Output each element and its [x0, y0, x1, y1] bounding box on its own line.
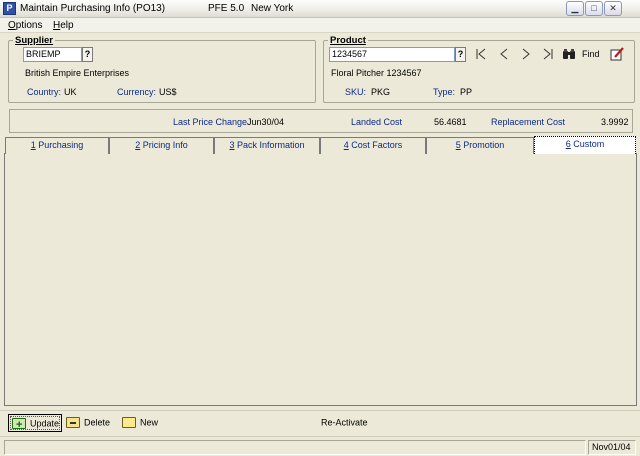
type-value: PP: [460, 87, 473, 97]
supplier-name: British Empire Enterprises: [25, 68, 130, 78]
minimize-icon: ▁: [571, 3, 579, 13]
delete-button[interactable]: Delete: [63, 414, 112, 432]
menu-bar: Options Help: [0, 18, 640, 33]
action-toolbar: + Update Delete New Re-Activate: [0, 410, 640, 434]
previous-record-icon: [500, 48, 508, 60]
currency-value: US$: [159, 87, 177, 97]
window-title: Maintain Purchasing Info (PO13): [20, 3, 166, 14]
tab-cost-factors[interactable]: 4 Cost Factors: [320, 137, 426, 154]
update-button[interactable]: + Update: [8, 414, 63, 432]
supplier-group-title: Supplier: [13, 35, 56, 46]
last-record-button[interactable]: [541, 47, 555, 61]
edit-note-icon: [610, 47, 624, 61]
status-date: Nov01/04: [588, 440, 636, 455]
next-record-icon: [522, 48, 530, 60]
country-value: UK: [64, 87, 77, 97]
landed-cost-value: 56.4681: [434, 117, 467, 127]
sku-value: PKG: [371, 87, 391, 97]
sku-label: SKU:: [345, 87, 367, 97]
supplier-lookup-button[interactable]: ?: [82, 47, 93, 62]
tab-custom[interactable]: 6 Custom: [534, 136, 636, 154]
binoculars-icon: [563, 49, 575, 59]
tab-promotion[interactable]: 5 Promotion: [426, 137, 534, 154]
find-label: Find: [582, 49, 600, 59]
product-code-input[interactable]: 1234567: [329, 47, 455, 62]
product-description: Floral Pitcher 1234567: [331, 68, 422, 78]
find-button[interactable]: Find: [562, 47, 602, 61]
last-price-change-value: Jun30/04: [247, 117, 285, 127]
country-label: Country:: [27, 87, 62, 97]
status-bar: Nov01/04: [0, 436, 640, 456]
delete-icon: [66, 417, 80, 429]
first-record-icon: [476, 48, 486, 60]
product-group-title: Product: [328, 35, 368, 46]
close-icon: ✕: [609, 3, 617, 13]
maximize-icon: □: [591, 3, 597, 13]
app-icon[interactable]: P: [3, 2, 16, 15]
previous-record-button[interactable]: [497, 47, 511, 61]
title-bar[interactable]: P Maintain Purchasing Info (PO13) PFE 5.…: [0, 0, 640, 18]
menu-help[interactable]: Help: [53, 20, 74, 31]
status-message: [4, 440, 586, 455]
tab-purchasing[interactable]: 1 Purchasing: [5, 137, 109, 154]
replacement-cost-value: 3.9992: [601, 117, 629, 127]
last-price-change-label: Last Price Change: [173, 117, 248, 127]
location-name: New York: [251, 3, 294, 14]
tab-pricing-info[interactable]: 2 Pricing Info: [109, 137, 214, 154]
update-icon: +: [12, 418, 26, 431]
close-button[interactable]: ✕: [604, 1, 622, 16]
new-folder-icon: [122, 417, 136, 429]
edit-note-button[interactable]: [610, 47, 624, 61]
first-record-button[interactable]: [474, 47, 488, 61]
tab-strip: 1 Purchasing 2 Pricing Info 3 Pack Infor…: [4, 136, 637, 154]
app-version: PFE 5.0: [208, 3, 245, 14]
product-lookup-button[interactable]: ?: [455, 47, 466, 62]
replacement-cost-label: Replacement Cost: [491, 117, 566, 127]
maximize-button[interactable]: □: [585, 1, 603, 16]
landed-cost-label: Landed Cost: [351, 117, 403, 127]
type-label: Type:: [433, 87, 456, 97]
minimize-button[interactable]: ▁: [566, 1, 584, 16]
reactivate-button[interactable]: Re-Activate: [318, 414, 370, 432]
next-record-button[interactable]: [519, 47, 533, 61]
new-button[interactable]: New: [119, 414, 160, 432]
currency-label: Currency:: [117, 87, 157, 97]
supplier-code-input[interactable]: BRIEMP: [23, 47, 82, 62]
custom-tab-panel: [4, 154, 637, 406]
last-record-icon: [543, 48, 553, 60]
menu-options[interactable]: Options: [8, 20, 42, 31]
tab-pack-information[interactable]: 3 Pack Information: [214, 137, 320, 154]
